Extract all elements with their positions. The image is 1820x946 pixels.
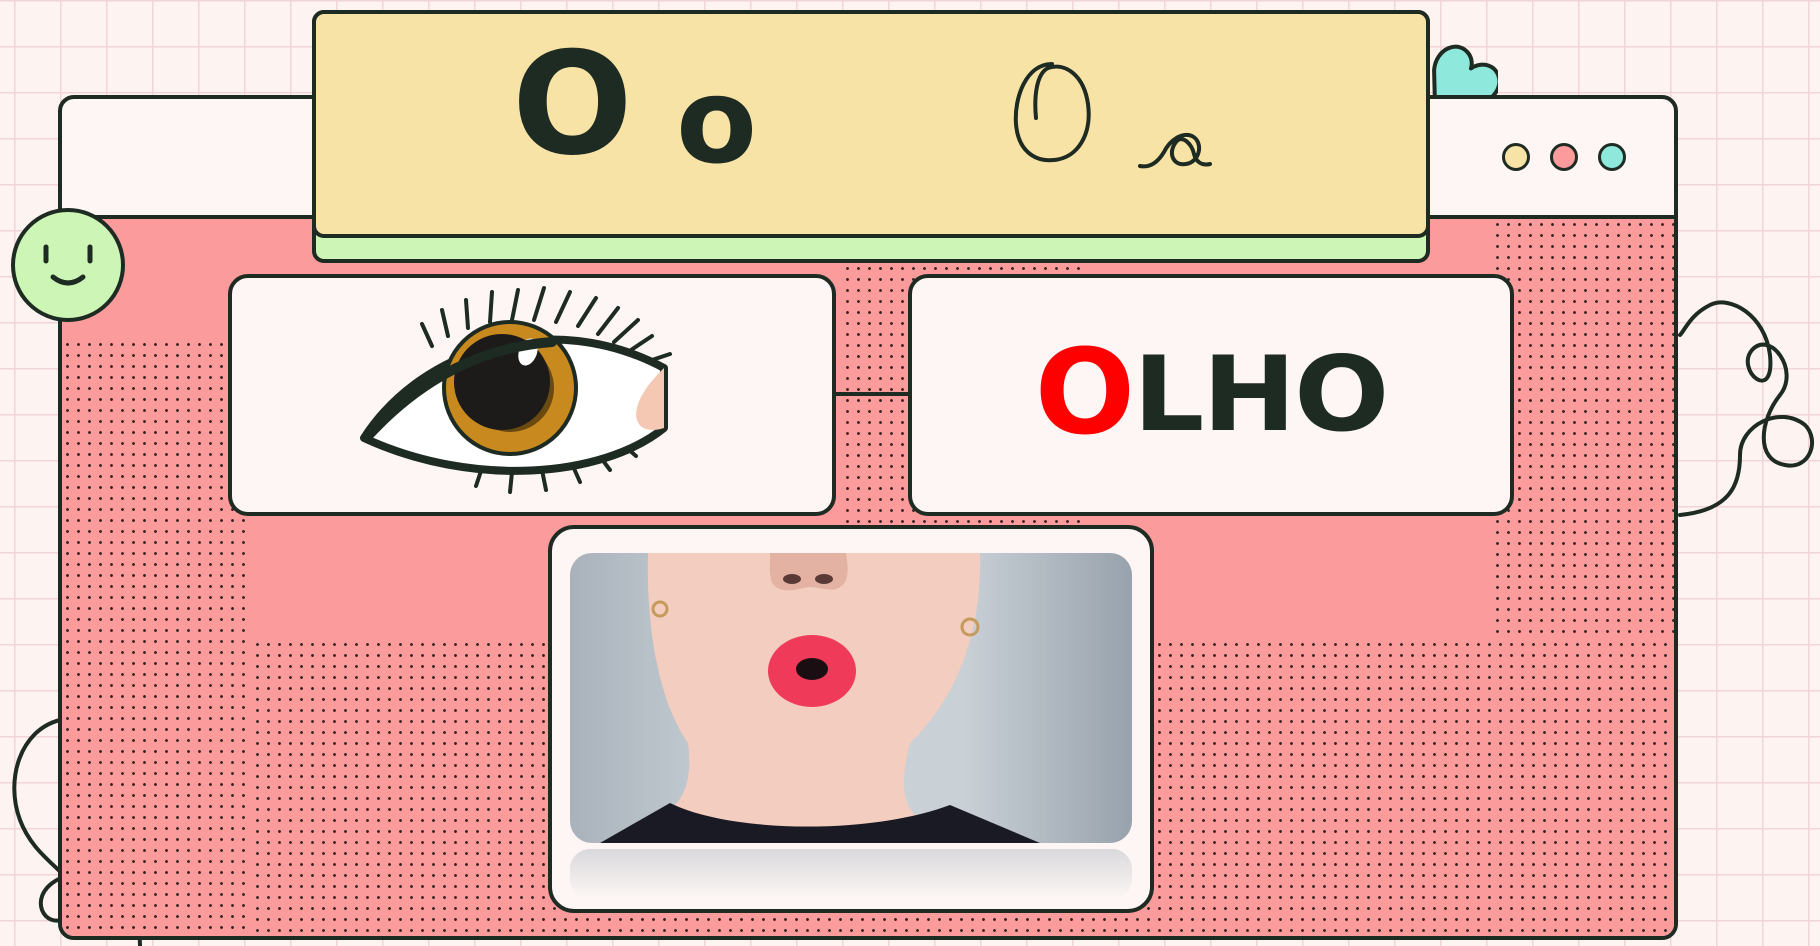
squiggle-decoration-right <box>1678 300 1815 517</box>
letter-lower-bold: o <box>676 52 758 190</box>
word-rest: LHO <box>1133 335 1389 456</box>
card-connector <box>834 392 908 396</box>
window-dot-pink-icon <box>1550 143 1578 171</box>
letter-title-card: O o O o <box>312 10 1430 263</box>
eye-illustration-icon <box>360 286 672 494</box>
dot-pattern <box>62 339 252 936</box>
mouth-o-shape-photo-icon <box>600 553 1040 843</box>
window-dot-teal-icon <box>1598 143 1626 171</box>
word-text: OLHO <box>912 323 1510 461</box>
letter-title-panel: O o O o <box>312 10 1430 238</box>
letter-upper-bold: O <box>512 22 633 187</box>
eye-picture-card[interactable] <box>228 274 836 516</box>
mouth-photo <box>570 553 1132 843</box>
word-first-letter: O <box>1034 323 1135 462</box>
letter-upper-script-icon <box>1013 62 1091 163</box>
photo-reflection <box>570 849 1132 899</box>
smiley-face-icon <box>11 208 125 322</box>
dot-pattern <box>1492 219 1674 639</box>
letter-lower-script-icon <box>1138 133 1212 169</box>
mouth-photo-card[interactable] <box>548 525 1154 913</box>
window-dot-yellow-icon <box>1502 143 1530 171</box>
word-card[interactable]: OLHO <box>908 274 1514 516</box>
